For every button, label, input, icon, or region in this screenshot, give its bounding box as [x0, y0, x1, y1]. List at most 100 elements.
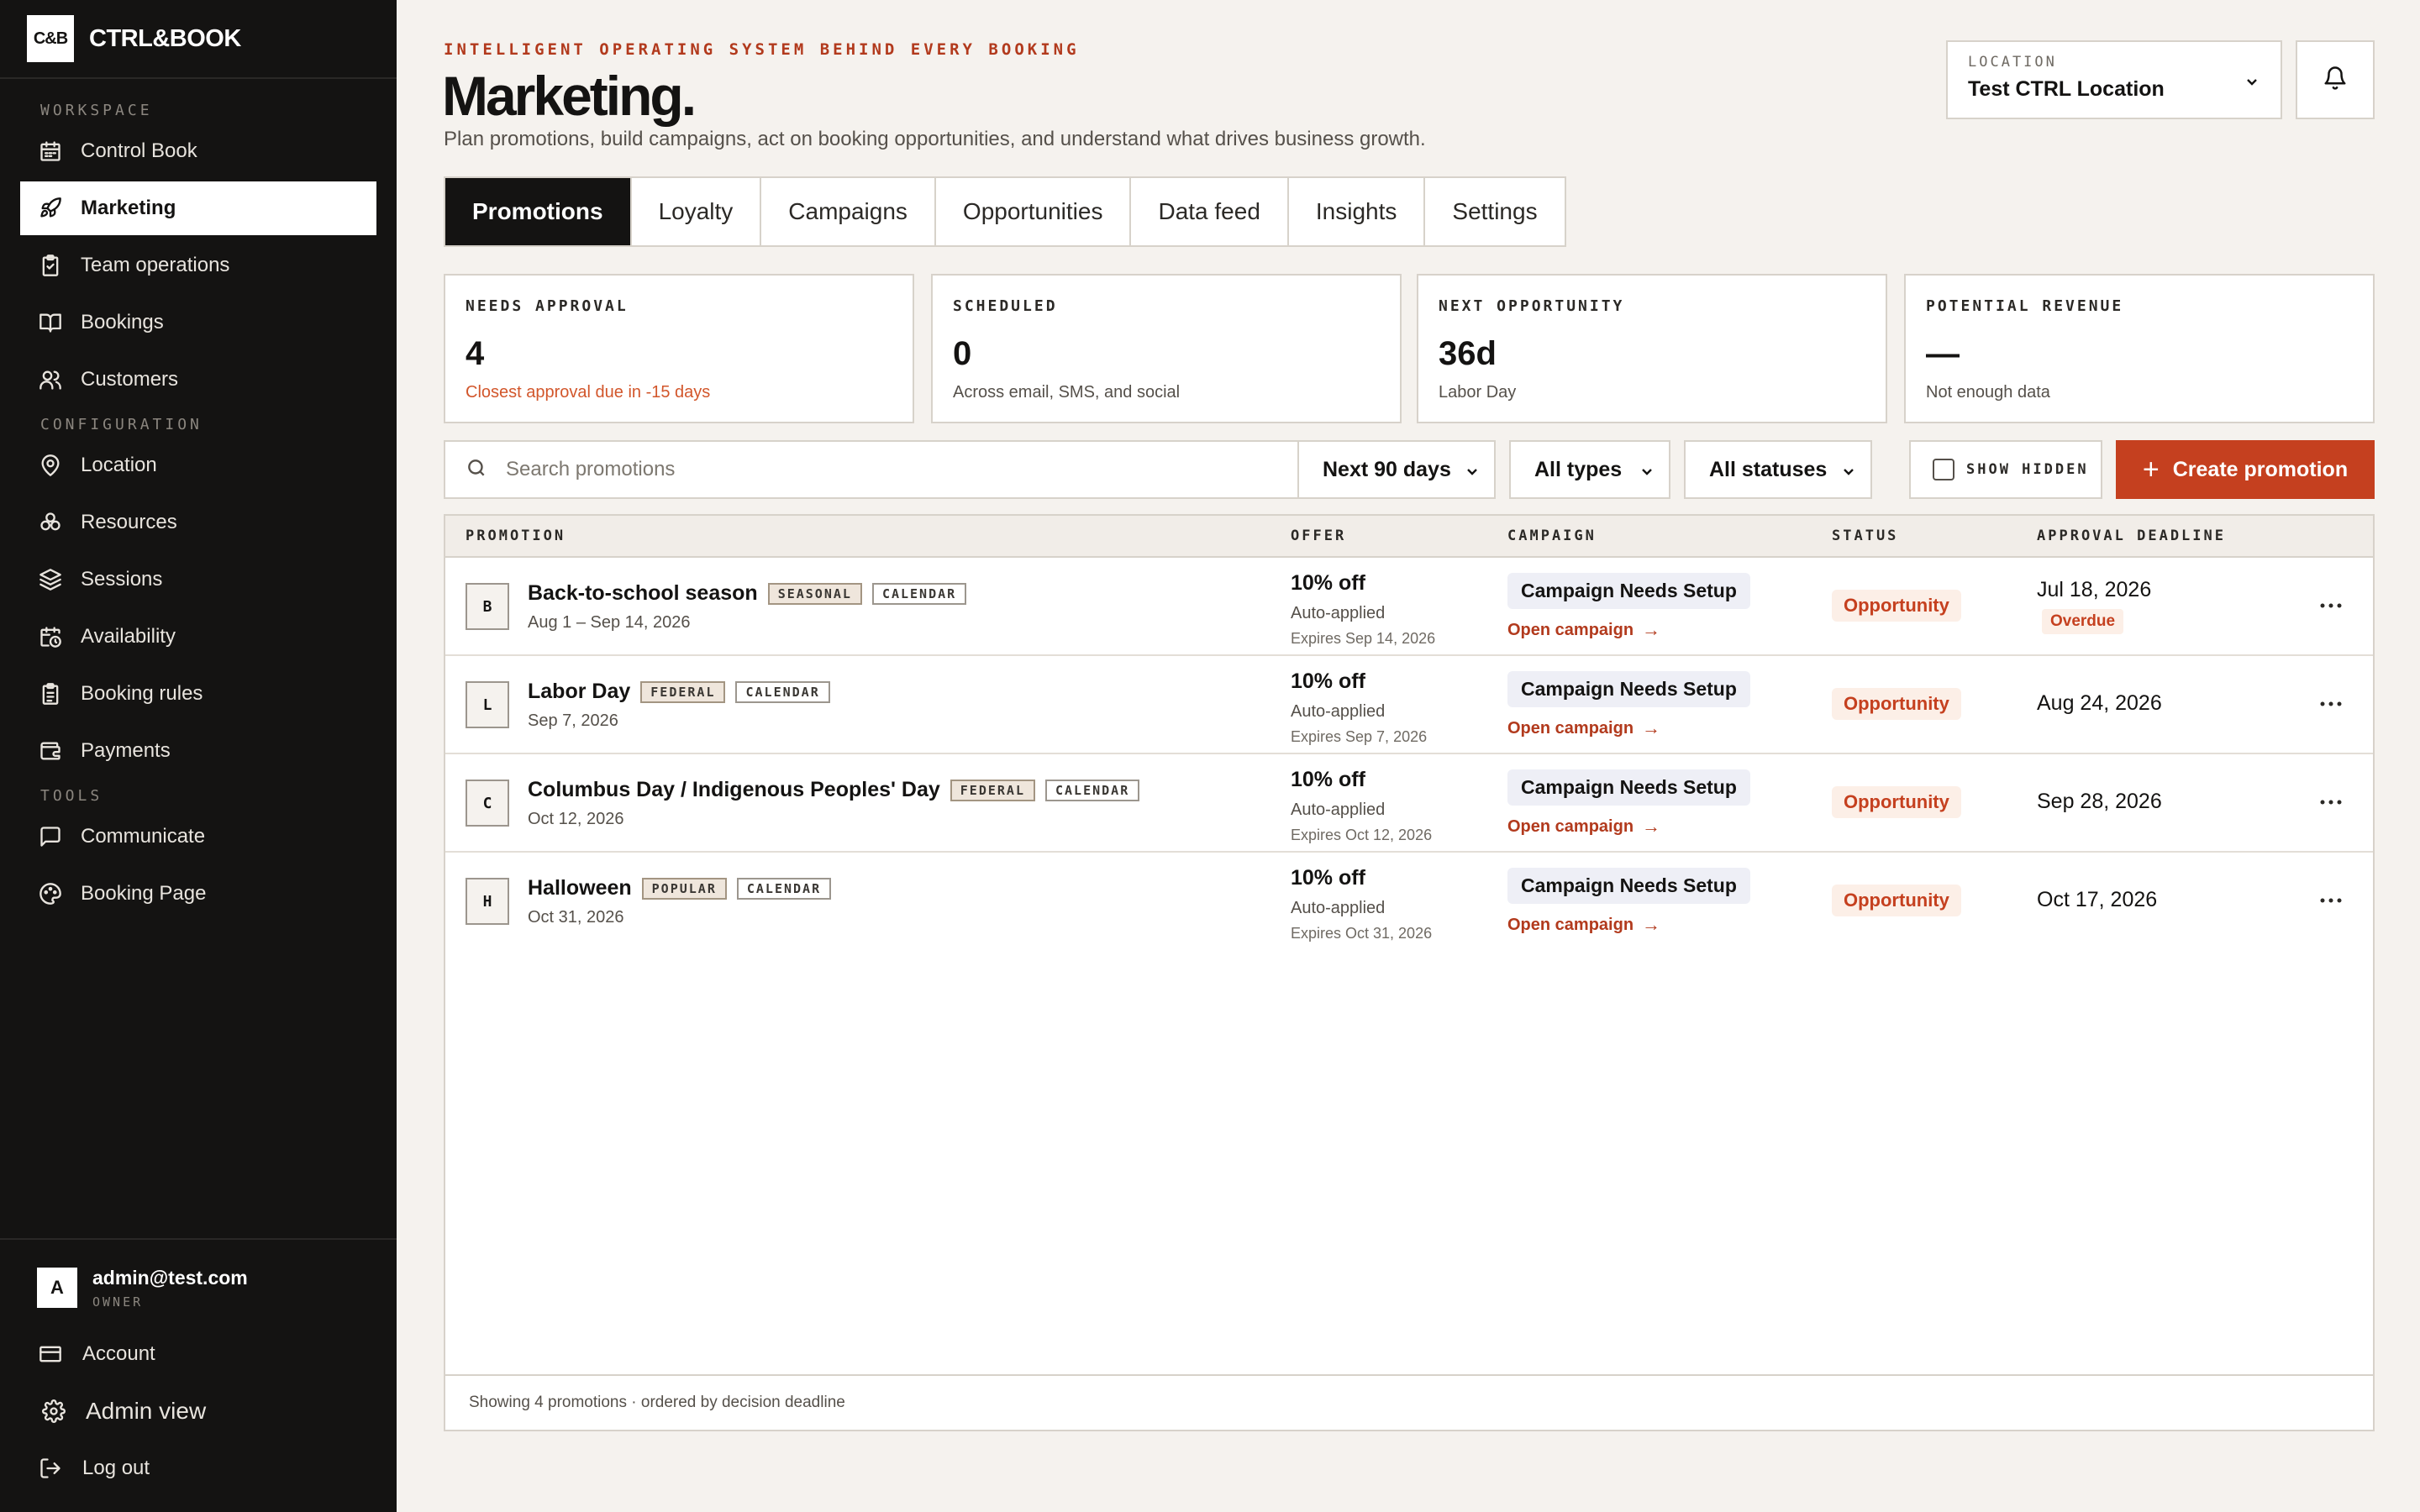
open-campaign-link[interactable]: Open campaign →: [1507, 914, 1750, 936]
users-icon: [37, 366, 64, 393]
page-eyebrow: INTELLIGENT OPERATING SYSTEM BEHIND EVER…: [444, 40, 1080, 59]
sidebar-item-control-book[interactable]: Control Book: [20, 124, 376, 178]
logout-link[interactable]: Log out: [0, 1440, 397, 1497]
account-link[interactable]: Account: [0, 1326, 397, 1383]
approval-deadline: Oct 17, 2026: [2037, 888, 2158, 911]
arrow-right-icon: →: [1642, 717, 1661, 738]
sidebar-item-bookings[interactable]: Bookings: [20, 296, 376, 349]
promotion-name[interactable]: Back-to-school season: [528, 581, 758, 606]
sidebar-item-team-operations[interactable]: Team operations: [20, 239, 376, 292]
arrow-right-icon: →: [1642, 816, 1661, 837]
show-hidden-toggle[interactable]: SHOW HIDDEN: [1909, 440, 2102, 499]
status-badge: Opportunity: [1832, 885, 1961, 916]
more-horizontal-icon: [2319, 697, 2343, 712]
wallet-icon: [37, 738, 64, 764]
tab-promotions[interactable]: Promotions: [445, 178, 632, 245]
admin-view-link[interactable]: Admin view: [0, 1383, 397, 1440]
tab-campaigns[interactable]: Campaigns: [761, 178, 936, 245]
approval-deadline: Jul 18, 2026: [2037, 578, 2152, 601]
tab-settings[interactable]: Settings: [1425, 178, 1564, 245]
offer-expiry: Expires Oct 31, 2026: [1291, 925, 1433, 942]
calendar-clock-icon: [37, 623, 64, 650]
status-select[interactable]: All statuses: [1684, 440, 1872, 499]
main-content: INTELLIGENT OPERATING SYSTEM BEHIND EVER…: [397, 0, 2420, 1512]
section-label-workspace: WORKSPACE: [40, 101, 153, 119]
sidebar-item-booking-page[interactable]: Booking Page: [20, 867, 376, 921]
promotion-name[interactable]: Labor Day: [528, 680, 630, 704]
logout-label: Log out: [82, 1457, 150, 1479]
sidebar-item-marketing[interactable]: Marketing: [20, 181, 376, 235]
sidebar-item-availability[interactable]: Availability: [20, 610, 376, 664]
table-row[interactable]: B Back-to-school season SEASONAL CALENDA…: [445, 558, 2373, 656]
status-badge: Opportunity: [1832, 590, 1961, 622]
stat-label: SCHEDULED: [953, 297, 1058, 315]
table-row[interactable]: H Halloween POPULAR CALENDAR Oct 31, 202…: [445, 853, 2373, 951]
arrow-right-icon: →: [1642, 619, 1661, 640]
open-campaign-label: Open campaign: [1507, 915, 1634, 934]
chevron-down-icon: [1840, 462, 1857, 479]
status-badge: Opportunity: [1832, 786, 1961, 818]
search-field[interactable]: [444, 440, 1307, 499]
sidebar-item-label: Communicate: [81, 825, 206, 848]
sidebar-item-customers[interactable]: Customers: [20, 353, 376, 407]
sidebar-item-sessions[interactable]: Sessions: [20, 553, 376, 606]
sidebar-item-communicate[interactable]: Communicate: [20, 810, 376, 864]
approval-deadline: Sep 28, 2026: [2037, 790, 2162, 813]
table-header: PROMOTION OFFER CAMPAIGN STATUS APPROVAL…: [445, 516, 2373, 558]
sidebar-item-label: Customers: [81, 368, 179, 391]
promotion-tag: SEASONAL: [767, 582, 862, 605]
promotion-initial: B: [466, 583, 509, 630]
table-row[interactable]: L Labor Day FEDERAL CALENDAR Sep 7, 2026…: [445, 656, 2373, 754]
row-more-button[interactable]: [2317, 691, 2344, 718]
promotion-dates: Oct 31, 2026: [528, 908, 624, 927]
sidebar-item-location[interactable]: Location: [20, 438, 376, 492]
column-header-status: STATUS: [1832, 528, 1899, 544]
sidebar-item-booking-rules[interactable]: Booking rules: [20, 667, 376, 721]
show-hidden-checkbox[interactable]: [1933, 459, 1954, 480]
date-range-select[interactable]: Next 90 days: [1297, 440, 1496, 499]
stat-card-scheduled: SCHEDULED 0 Across email, SMS, and socia…: [931, 274, 1402, 423]
search-input[interactable]: [506, 458, 1279, 481]
avatar: A: [37, 1268, 77, 1308]
type-select[interactable]: All types: [1509, 440, 1670, 499]
open-campaign-link[interactable]: Open campaign →: [1507, 717, 1750, 739]
row-more-button[interactable]: [2317, 593, 2344, 620]
open-campaign-link[interactable]: Open campaign →: [1507, 816, 1750, 837]
tab-loyalty[interactable]: Loyalty: [632, 178, 762, 245]
row-more-button[interactable]: [2317, 888, 2344, 915]
promotion-name[interactable]: Halloween: [528, 876, 632, 900]
bell-icon: [2323, 66, 2348, 95]
gear-icon: [40, 1398, 67, 1425]
tab-insights[interactable]: Insights: [1289, 178, 1426, 245]
layers-icon: [37, 566, 64, 593]
table-row[interactable]: C Columbus Day / Indigenous Peoples' Day…: [445, 754, 2373, 853]
offer-value: 10% off: [1291, 669, 1365, 693]
sidebar-item-label: Bookings: [81, 311, 164, 333]
more-horizontal-icon: [2319, 599, 2343, 614]
tab-data-feed[interactable]: Data feed: [1131, 178, 1289, 245]
promotions-table: PROMOTION OFFER CAMPAIGN STATUS APPROVAL…: [444, 514, 2375, 1431]
stat-subtext: Across email, SMS, and social: [953, 383, 1181, 402]
table-footer: Showing 4 promotions · ordered by decisi…: [445, 1374, 2373, 1430]
search-icon: [466, 457, 506, 483]
promotion-initial: L: [466, 681, 509, 728]
location-selector[interactable]: LOCATION Test CTRL Location: [1946, 40, 2282, 119]
open-campaign-link[interactable]: Open campaign →: [1507, 619, 1750, 641]
tab-opportunities[interactable]: Opportunities: [936, 178, 1132, 245]
sidebar-item-resources[interactable]: Resources: [20, 496, 376, 549]
overdue-badge: Overdue: [2042, 609, 2124, 634]
row-more-button[interactable]: [2317, 790, 2344, 816]
column-header-campaign: CAMPAIGN: [1507, 528, 1597, 544]
user-profile[interactable]: A admin@test.com OWNER: [0, 1262, 397, 1314]
stat-card-next-opportunity: NEXT OPPORTUNITY 36d Labor Day: [1417, 274, 1887, 423]
campaign-badge: Campaign Needs Setup: [1507, 769, 1750, 806]
page-subtitle: Plan promotions, build campaigns, act on…: [444, 128, 1426, 150]
sidebar-item-payments[interactable]: Payments: [20, 724, 376, 778]
location-label: LOCATION: [1968, 54, 2057, 71]
stat-value: 0: [953, 335, 972, 372]
notifications-button[interactable]: [2296, 40, 2375, 119]
brand[interactable]: C&B CTRL&BOOK: [0, 0, 397, 79]
promotion-name[interactable]: Columbus Day / Indigenous Peoples' Day: [528, 778, 940, 802]
chevron-down-icon: [2244, 74, 2260, 91]
create-promotion-button[interactable]: + Create promotion: [2116, 440, 2375, 499]
